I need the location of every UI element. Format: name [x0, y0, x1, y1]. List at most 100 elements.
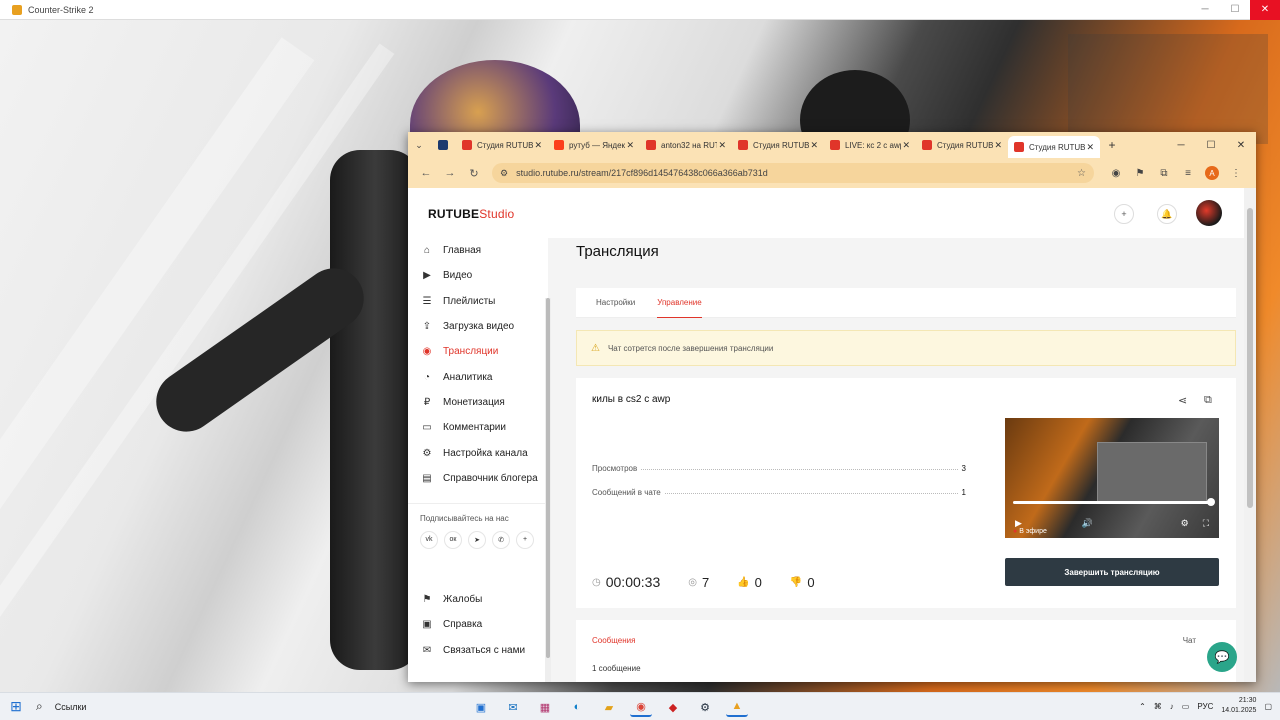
- sidebar-item-help[interactable]: ▣ Справка: [408, 612, 548, 637]
- browser-close-icon[interactable]: ✕: [1226, 132, 1256, 158]
- url-field[interactable]: ⚙ studio.rutube.ru/stream/217cf896d14547…: [492, 163, 1094, 183]
- close-tab-icon[interactable]: ✕: [902, 140, 910, 151]
- stream-preview-player[interactable]: ▶ 🔊 ⚙ ⛶ В эфире: [1005, 418, 1219, 538]
- thumbs-down-icon: 👎: [789, 576, 803, 588]
- browser-minimize-icon[interactable]: ─: [1166, 132, 1196, 158]
- support-chat-button[interactable]: 💬: [1207, 642, 1237, 672]
- open-external-icon[interactable]: ⧉: [1204, 394, 1212, 407]
- sidebar-item-money[interactable]: ₽ Монетизация: [408, 390, 548, 415]
- app-icon[interactable]: ◆: [662, 697, 684, 717]
- store-icon[interactable]: ▣: [470, 697, 492, 717]
- page-scrollbar[interactable]: [1244, 188, 1256, 682]
- sidebar-item-broadcast[interactable]: ◉ Трансляции: [408, 339, 548, 364]
- tab-messages[interactable]: Сообщения: [592, 636, 635, 645]
- sidebar-item-label: Загрузка видео: [443, 321, 515, 333]
- sidebar-item-comment[interactable]: ▭ Комментарии: [408, 415, 548, 440]
- fullscreen-icon[interactable]: ⛶: [1203, 518, 1209, 529]
- add-content-icon[interactable]: +: [1114, 204, 1134, 224]
- sidebar-item-video[interactable]: ▶ Видео: [408, 263, 548, 288]
- player-progress-bar[interactable]: [1013, 501, 1211, 504]
- media-icon[interactable]: ≡: [1176, 168, 1200, 179]
- tab-settings[interactable]: Настройки: [596, 288, 635, 318]
- language-indicator[interactable]: РУС: [1197, 702, 1213, 711]
- browser-maximize-icon[interactable]: ☐: [1196, 132, 1226, 158]
- telegram-icon[interactable]: ➤: [468, 530, 486, 549]
- close-icon[interactable]: ✕: [1250, 0, 1280, 20]
- sidebar-item-playlist[interactable]: ☰ Плейлисты: [408, 289, 548, 314]
- back-icon[interactable]: ←: [414, 167, 438, 179]
- browser-tab[interactable]: Студия RUTUBE ✕: [732, 134, 824, 156]
- clock[interactable]: 21:30 14.01.2025: [1221, 696, 1256, 716]
- close-tab-icon[interactable]: ✕: [626, 140, 634, 151]
- blurred-overlay: [1068, 34, 1268, 144]
- help-icon: ▣: [422, 619, 432, 631]
- forward-icon[interactable]: →: [438, 167, 462, 179]
- ok-icon[interactable]: ок: [444, 530, 462, 549]
- player-progress-knob[interactable]: [1207, 498, 1215, 506]
- sidebar-item-analytics[interactable]: ◔ Аналитика: [408, 364, 548, 389]
- close-tab-icon[interactable]: ✕: [1086, 142, 1094, 153]
- new-tab-button[interactable]: +: [1100, 138, 1124, 152]
- close-tab-icon[interactable]: ✕: [810, 140, 818, 151]
- volume-icon[interactable]: 🔊: [1082, 518, 1093, 529]
- likes-count: 👍 0: [737, 574, 762, 590]
- site-settings-icon[interactable]: ⚙: [500, 168, 508, 179]
- app-icon[interactable]: ▦: [534, 697, 556, 717]
- viber-icon[interactable]: ✆: [492, 530, 510, 549]
- sidebar-item-gear[interactable]: ⚙ Настройка канала: [408, 440, 548, 465]
- chevron-up-icon[interactable]: ⌃: [1139, 702, 1146, 711]
- profile-avatar[interactable]: A: [1200, 166, 1224, 180]
- browser-tab[interactable]: anton32 на RUTUBE✕: [640, 134, 732, 156]
- close-tab-icon[interactable]: ✕: [534, 140, 542, 151]
- reload-icon[interactable]: ↻: [462, 167, 486, 180]
- tab-chat[interactable]: Чат: [1183, 636, 1196, 645]
- close-tab-icon[interactable]: ✕: [994, 140, 1002, 151]
- sidebar-item-label: Главная: [443, 245, 482, 257]
- notifications-tray-icon[interactable]: ▢: [1264, 702, 1272, 711]
- maximize-icon[interactable]: ☐: [1220, 0, 1250, 20]
- network-icon[interactable]: ⌘: [1154, 702, 1162, 711]
- notifications-icon[interactable]: 🔔: [1157, 204, 1177, 224]
- windows-start-icon[interactable]: ⊞: [0, 698, 32, 715]
- outlook-icon[interactable]: ✉: [502, 697, 524, 717]
- sidebar-item-flag[interactable]: ⚑ Жалобы: [408, 587, 548, 612]
- cs2-taskbar-icon[interactable]: ▲: [726, 697, 748, 717]
- pinned-tab[interactable]: [430, 140, 456, 150]
- browser-tab[interactable]: LIVE: кс 2 с awp ✕: [824, 134, 916, 156]
- share-icon[interactable]: ⋖: [1178, 394, 1187, 407]
- tab-management[interactable]: Управление: [657, 288, 703, 318]
- play-icon[interactable]: ▶: [1015, 518, 1022, 529]
- browser-tab[interactable]: рутуб — Яндекс ✕: [548, 134, 640, 156]
- sidebar-item-upload[interactable]: ⇪ Загрузка видео: [408, 314, 548, 339]
- browser-tab[interactable]: Студия RUTUBE ✕: [916, 134, 1008, 156]
- end-stream-button[interactable]: Завершить трансляцию: [1005, 558, 1219, 586]
- volume-tray-icon[interactable]: ♪: [1170, 702, 1174, 711]
- steam-icon[interactable]: ⚙: [694, 697, 716, 717]
- more-socials-icon[interactable]: +: [516, 530, 534, 549]
- vk-icon[interactable]: vk: [420, 530, 438, 549]
- minimize-icon[interactable]: ─: [1190, 0, 1220, 20]
- sidebar-item-home[interactable]: ⌂ Главная: [408, 238, 548, 263]
- browser-tab-active[interactable]: Студия RUTUBE ✕: [1008, 136, 1100, 158]
- edge-icon[interactable]: ◐: [566, 697, 588, 717]
- player-settings-icon[interactable]: ⚙: [1181, 518, 1189, 529]
- extensions-puzzle-icon[interactable]: ⧉: [1152, 168, 1176, 179]
- chrome-icon[interactable]: ◉: [630, 697, 652, 717]
- extension-icon[interactable]: ⚑: [1128, 168, 1152, 179]
- sidebar-item-book[interactable]: ▤ Справочник блогера: [408, 466, 548, 491]
- browser-menu-icon[interactable]: ⋮: [1224, 168, 1248, 179]
- taskbar-search[interactable]: ⌕ Ссылки: [36, 699, 86, 714]
- battery-icon[interactable]: ▭: [1182, 702, 1190, 711]
- rutube-studio-logo[interactable]: RUTUBEStudio: [428, 207, 514, 221]
- stream-card: килы в cs2 с awp ⋖ ⧉ Просмотров 3 Сообщен…: [576, 378, 1236, 608]
- close-tab-icon[interactable]: ✕: [718, 140, 726, 151]
- sidebar-item-mail[interactable]: ✉ Связаться с нами: [408, 638, 548, 663]
- avatar[interactable]: [1196, 200, 1222, 226]
- file-explorer-icon[interactable]: ▰: [598, 697, 620, 717]
- site-header: RUTUBEStudio + 🔔: [408, 188, 1244, 238]
- bookmark-star-icon[interactable]: ☆: [1077, 168, 1086, 179]
- extension-icon[interactable]: ◉: [1104, 168, 1128, 179]
- tab-search-icon[interactable]: ⌄: [408, 140, 430, 151]
- browser-tab[interactable]: Студия RUTUBE ✕: [456, 134, 548, 156]
- sidebar-scrollbar[interactable]: [545, 298, 551, 682]
